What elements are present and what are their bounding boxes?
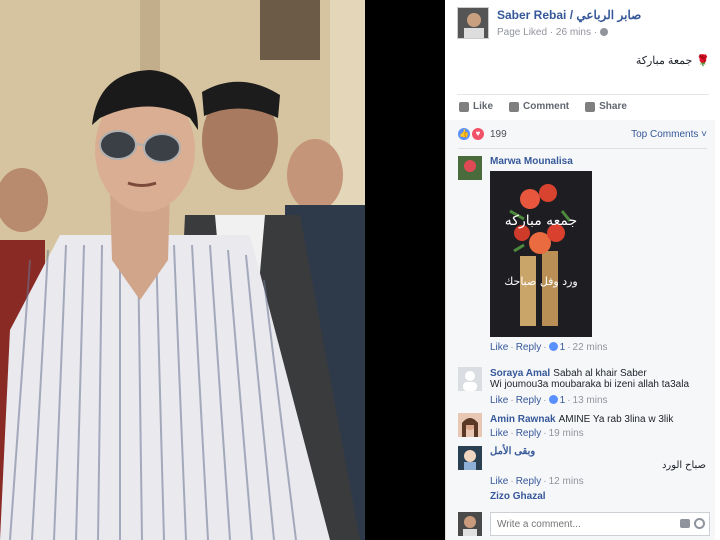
post-header: Saber Rebai / صابر الرباعي Page Liked · … [457, 7, 717, 47]
post-text: 🌹جمعة مباركة [636, 54, 710, 67]
roses-illustration [509, 184, 572, 326]
love-reaction-icon: ♥ [472, 128, 484, 140]
globe-icon [600, 28, 609, 36]
photo-illustration [0, 0, 365, 540]
comment-author[interactable]: وبقى الأمل [490, 446, 710, 457]
comment-reply-link[interactable]: Reply [516, 476, 542, 487]
comment-button[interactable]: Comment [509, 101, 569, 112]
comment-label: Comment [523, 101, 570, 112]
comment-like-link[interactable]: Like [490, 428, 508, 439]
comment-time[interactable]: 13 mins [573, 395, 608, 406]
post-text-content: جمعة مباركة [635, 55, 693, 67]
comment-icon [509, 101, 520, 112]
reaction-summary[interactable]: 👍 ♥ 199 [458, 128, 507, 140]
top-comments-dropdown[interactable]: Top Comments ˅ [631, 129, 707, 140]
comment-text: AMINE Ya rab 3lina w 3lik [558, 414, 674, 425]
rose-icon: 🌹 [696, 55, 710, 67]
comment-body: وبقى الأمل صباح الورد Like · Reply · 12 mins [490, 446, 710, 487]
like-reaction-icon: 👍 [458, 128, 470, 140]
comment-time[interactable]: 19 mins [549, 428, 584, 439]
comment-like-link[interactable]: Like [490, 395, 508, 406]
avatar [458, 512, 482, 536]
avatar[interactable] [458, 446, 482, 470]
comment-text: Sabah al khair Saber [553, 368, 647, 379]
camera-icon[interactable] [680, 519, 690, 528]
comment-composer [458, 512, 710, 536]
comment-text-line2: Wi joumou3a moubaraka bi izeni allah ta3… [490, 379, 690, 390]
share-button[interactable]: Share [585, 101, 627, 112]
share-label: Share [599, 101, 627, 112]
comments-section: 👍 ♥ 199 Top Comments ˅ Marwa Mounalisa ج… [445, 120, 715, 540]
comment-image[interactable]: جمعه مباركه ورد وفل صباحك [490, 171, 592, 337]
image-caption-top: جمعه مباركه [504, 213, 578, 229]
page-name-link[interactable]: Saber Rebai / صابر الرباعي [497, 8, 641, 22]
like-label: Like [473, 101, 494, 112]
like-icon [548, 395, 558, 404]
reaction-count: 199 [490, 128, 507, 140]
comment-body: Marwa Mounalisa جمعه مباركه ورد وفل صباح… [490, 156, 710, 353]
post-meta: Page Liked · 26 mins · [497, 27, 609, 38]
comment-author[interactable]: Marwa Mounalisa [490, 156, 710, 167]
comment-body: Amin Rawnak AMINE Ya rab 3lina w 3lik Li… [490, 413, 710, 439]
comment-actions: Like · Reply · 1 · 13 mins [490, 395, 608, 406]
comment-body: Soraya Amal Sabah al khair Saber Wi joum… [490, 367, 710, 406]
post-meta-text: Page Liked · 26 mins · [497, 27, 598, 38]
comment-author[interactable]: Amin Rawnak [490, 414, 556, 425]
comment-actions: Like · Reply · 1 · 22 mins [490, 342, 608, 353]
avatar[interactable] [458, 413, 482, 437]
comment-time[interactable]: 22 mins [573, 342, 608, 353]
emoji-icon[interactable] [694, 518, 705, 529]
lightbox-divider [365, 0, 445, 540]
avatar[interactable] [458, 156, 482, 180]
comment-actions: Like · Reply · 12 mins [490, 476, 584, 487]
post-action-bar: Like Comment Share [457, 94, 709, 118]
comment-body: Zizo Ghazal [490, 491, 710, 502]
like-icon [459, 101, 469, 112]
comment-reply-link[interactable]: Reply [516, 395, 542, 406]
share-icon [585, 101, 596, 112]
comment-actions: Like · Reply · 19 mins [490, 428, 584, 439]
comment-like-link[interactable]: Like [490, 342, 508, 353]
comment-time[interactable]: 12 mins [549, 476, 584, 487]
comment-author[interactable]: Soraya Amal [490, 368, 550, 379]
like-icon [548, 342, 558, 351]
page-avatar[interactable] [457, 7, 489, 39]
comment-author[interactable]: Zizo Ghazal [490, 491, 710, 502]
comment-like-link[interactable]: Like [490, 476, 508, 487]
divider [458, 148, 707, 149]
post-photo[interactable] [0, 0, 365, 540]
like-button[interactable]: Like [459, 101, 493, 112]
image-caption-bottom: ورد وفل صباحك [504, 275, 578, 288]
comment-reply-link[interactable]: Reply [516, 342, 542, 353]
avatar[interactable] [458, 367, 482, 391]
comment-input[interactable] [490, 512, 710, 536]
comment-reply-link[interactable]: Reply [516, 428, 542, 439]
comment-text: صباح الورد [661, 460, 706, 471]
